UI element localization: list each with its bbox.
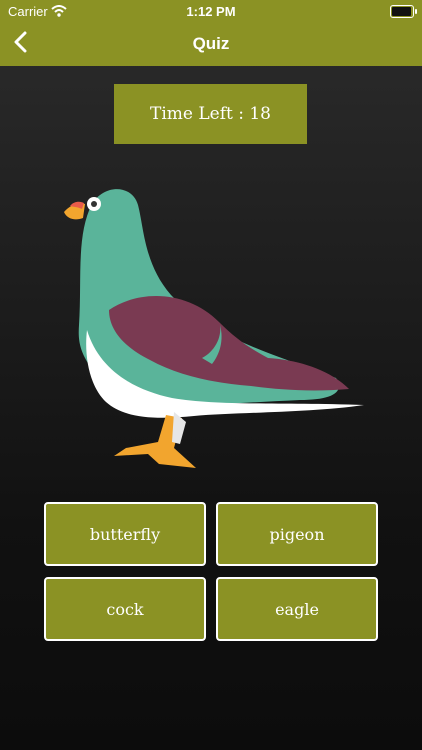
answer-button-cock[interactable]: cock [44,577,206,641]
battery-icon [390,5,417,18]
quiz-screen: Carrier 1:12 PM Quiz Time Left : 18 butt… [0,0,422,750]
status-bar: Carrier 1:12 PM [0,0,422,22]
status-time: 1:12 PM [186,4,236,19]
pigeon-illustration [64,189,365,468]
answer-button-eagle[interactable]: eagle [216,577,378,641]
navigation-bar: Carrier 1:12 PM Quiz [0,0,422,66]
answer-button-butterfly[interactable]: butterfly [44,502,206,566]
answer-button-pigeon[interactable]: pigeon [216,502,378,566]
time-left-banner: Time Left : 18 [114,84,307,144]
page-title: Quiz [192,34,230,53]
